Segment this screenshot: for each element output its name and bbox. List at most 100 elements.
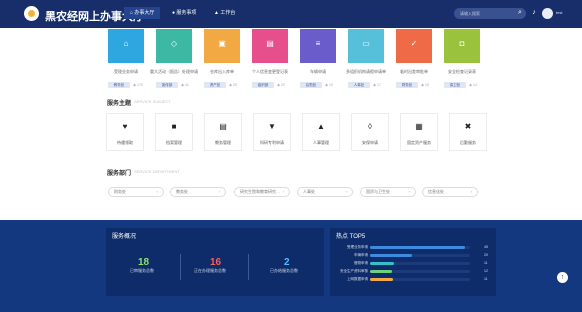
service-item[interactable]: ✖ 后勤服务 (449, 113, 487, 151)
service-item[interactable]: ◊ 安保申请 (351, 113, 389, 151)
building-icon: ⌂ (123, 39, 129, 48)
stat-label: 正在办理服务总数 (194, 268, 226, 273)
service-item-label: 档案管理 (166, 140, 182, 145)
location-pin-icon: ● (172, 10, 176, 16)
chevron-right-icon: › (156, 189, 158, 194)
department-title: 服务部门 (107, 171, 132, 177)
card-5[interactable]: ▭ (348, 29, 384, 63)
top-item-bar-fill (370, 261, 394, 265)
card-label[interactable]: 重大活动（报告）处理申请 (148, 69, 200, 74)
card-1[interactable]: ◇ (156, 29, 192, 63)
top-item-count: 45 (484, 245, 488, 249)
top-item-bar-fill (370, 269, 392, 273)
top-item-label[interactable]: 安全生产资料审核 (336, 269, 368, 273)
department-tag: 教务处 (108, 82, 130, 88)
top-item-bar-fill (370, 277, 393, 281)
service-subject-subtitle: SERVICE SUBJECT (134, 99, 171, 104)
service-item[interactable]: ▤ 教务管理 (204, 113, 242, 151)
check-icon: ✓ (410, 39, 418, 48)
service-item-label: 安保申请 (362, 140, 378, 145)
card-6[interactable]: ✓ (396, 29, 432, 63)
graduation-cap-icon: ▲ (317, 122, 325, 131)
service-item[interactable]: ■ 档案管理 (155, 113, 193, 151)
department-tag: 资产处 (204, 82, 226, 88)
divider (248, 254, 249, 280)
chevron-right-icon: › (470, 189, 472, 194)
card-label[interactable]: 受理业务申请 (100, 69, 152, 74)
department-select[interactable]: 信息化处 › (422, 187, 478, 197)
user-name[interactable]: test (556, 10, 562, 15)
top-item-bar (370, 261, 470, 265)
top-item-label[interactable]: 借物申请 (336, 261, 368, 265)
nav-hall-label: 办事大厅 (134, 10, 155, 16)
card-3[interactable]: ▤ (252, 29, 288, 63)
view-count: ◉ 175 (133, 83, 143, 87)
box-icon: ▣ (218, 39, 226, 48)
building-icon: ▦ (415, 122, 423, 131)
department-select[interactable]: 财务处 › (108, 187, 164, 197)
stat-label: 已办结服务总数 (270, 268, 298, 273)
logo[interactable] (24, 6, 39, 21)
service-item-label: 教务管理 (215, 140, 231, 145)
department-select[interactable]: 教务处 › (170, 187, 226, 197)
top-item-label[interactable]: 车辆申请 (336, 253, 368, 257)
stat-value: 18 (138, 257, 150, 268)
bell-icon[interactable]: ♪ (530, 9, 538, 17)
top-item-bar (370, 269, 470, 273)
department-select[interactable]: 国资与卫生处 › (360, 187, 416, 197)
list-icon: ≡ (315, 39, 321, 48)
shield-icon: ◊ (368, 122, 372, 131)
avatar[interactable] (542, 8, 553, 19)
stat-label: 已审服务总数 (130, 268, 154, 273)
top-item-label[interactable]: 上网数据申请 (336, 277, 368, 281)
nav-services[interactable]: ● 服务事项 (166, 7, 202, 19)
window-icon: ▭ (362, 39, 370, 48)
service-item[interactable]: ▲ 人事管理 (302, 113, 340, 151)
view-count: ◉ 17 (373, 83, 381, 87)
top-item-bar (370, 245, 470, 249)
search-icon[interactable]: ⌕ (516, 9, 524, 17)
tools-icon: ✖ (464, 122, 472, 131)
top-item-bar (370, 277, 470, 281)
arrow-up-icon: ↑ (560, 274, 565, 281)
service-item-label: 待遇领取 (117, 140, 133, 145)
back-to-top-button[interactable]: ↑ (557, 272, 568, 283)
view-count: ◉ 20 (277, 83, 285, 87)
card-0[interactable]: ⌂ (108, 29, 144, 63)
top-item-count: 11 (484, 261, 488, 265)
service-item[interactable]: ▼ 科研专利申请 (253, 113, 291, 151)
card-label[interactable]: 个人信息变更登记表 (244, 69, 296, 74)
department-select[interactable]: 人事处 › (297, 187, 353, 197)
card-label[interactable]: 多组织机构请假申请单 (340, 69, 392, 74)
card-7[interactable]: ◘ (444, 29, 480, 63)
card-label[interactable]: 安全检查记录表 (436, 69, 488, 74)
card-label[interactable]: 临时出差审批单 (388, 69, 440, 74)
service-item[interactable]: ▦ 固定资产服务 (400, 113, 438, 151)
stat-value: 16 (210, 257, 222, 268)
top-item-count: 12 (484, 269, 488, 273)
nav-workbench[interactable]: ▲ 工作台 (208, 7, 241, 19)
card-label[interactable]: 车辆申请 (292, 69, 344, 74)
department-tag: 后勤处 (300, 82, 322, 88)
person-icon: ▲ (214, 10, 219, 16)
nav-hall[interactable]: ⌂ 办事大厅 (124, 7, 161, 19)
card-label[interactable]: 仓库出入库单 (196, 69, 248, 74)
service-item-label: 人事管理 (313, 140, 329, 145)
top-item-label[interactable]: 受理业务申请 (336, 245, 368, 249)
card-2[interactable]: ▣ (204, 29, 240, 63)
card-4[interactable]: ≡ (300, 29, 336, 63)
home-icon: ⌂ (130, 10, 134, 16)
view-count: ◉ 15 (421, 83, 429, 87)
overview-title: 服务概况 (112, 234, 137, 240)
service-subject-title: 服务主题 (107, 101, 132, 107)
nav-services-label: 服务事项 (176, 10, 197, 16)
service-item-label: 科研专利申请 (260, 140, 284, 145)
department-tag: 财务处 (396, 82, 418, 88)
department-tag: 组织部 (252, 82, 274, 88)
heart-icon: ♥ (122, 122, 128, 131)
department-tag: 人事处 (348, 82, 370, 88)
service-item[interactable]: ♥ 待遇领取 (106, 113, 144, 151)
divider (180, 254, 181, 280)
department-select[interactable]: 研究生院和教育研究… › (234, 187, 290, 197)
chevron-right-icon: › (282, 189, 284, 194)
